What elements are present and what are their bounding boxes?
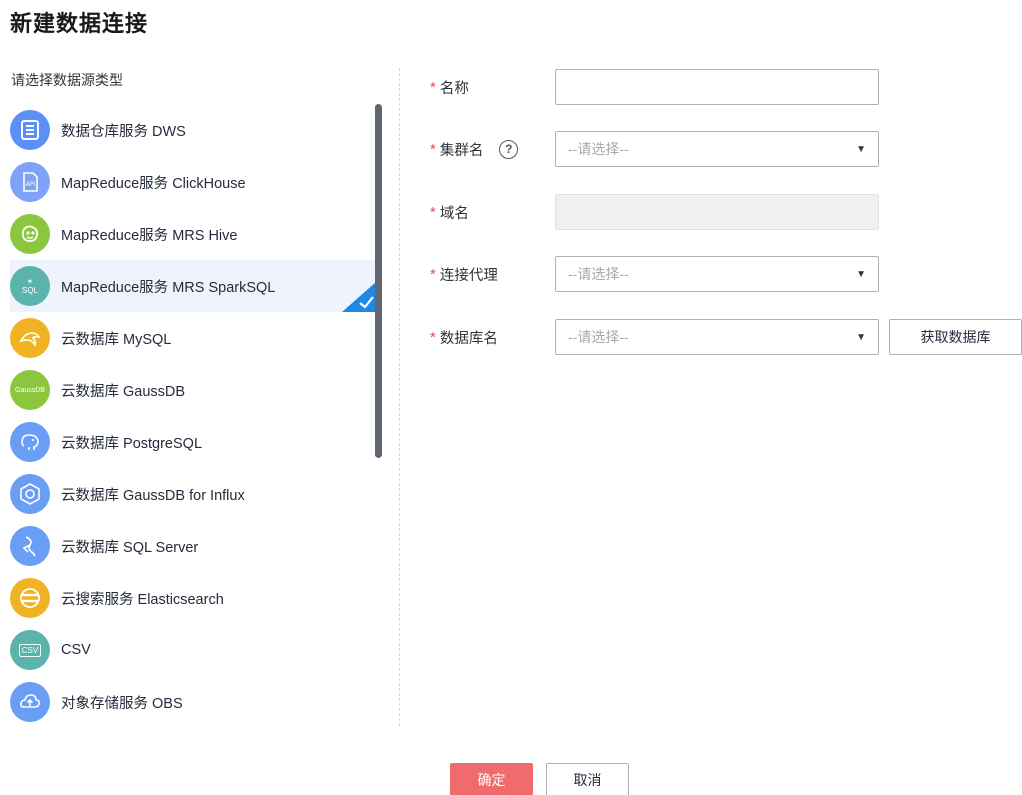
source-item-label: CSV [61, 642, 91, 658]
panel-divider [399, 68, 400, 726]
database-label: * 数据库名 [430, 319, 498, 355]
source-item-dws[interactable]: 数据仓库服务 DWS [10, 104, 376, 156]
source-item-obs[interactable]: 对象存储服务 OBS [10, 676, 376, 726]
confirm-button[interactable]: 确定 [450, 763, 533, 795]
source-item-label: 数据仓库服务 DWS [61, 123, 186, 140]
database-select[interactable]: --请选择-- ▼ [555, 319, 879, 355]
source-item-label: MapReduce服务 MRS SparkSQL [61, 279, 276, 296]
selected-check-icon [342, 282, 376, 312]
source-item-label: 云搜索服务 Elasticsearch [61, 591, 224, 608]
source-item-postgresql[interactable]: 云数据库 PostgreSQL [10, 416, 376, 468]
database-select-placeholder: --请选择-- [568, 329, 629, 345]
domain-label: * 域名 [430, 194, 469, 230]
source-type-label: 请选择数据源类型 [11, 72, 123, 88]
hive-bee-icon [10, 214, 50, 254]
cluster-select[interactable]: --请选择-- ▼ [555, 131, 879, 167]
sql-server-icon [10, 526, 50, 566]
gaussdb-icon: GaussDB [10, 370, 50, 410]
help-icon[interactable]: ? [499, 139, 519, 159]
svg-text:API: API [26, 181, 36, 188]
source-item-label: 云数据库 GaussDB [61, 383, 186, 400]
source-item-label: 云数据库 MySQL [61, 331, 172, 348]
database-label-text: 数据库名 [439, 330, 498, 347]
mysql-dolphin-icon [10, 318, 50, 358]
proxy-label-text: 连接代理 [439, 267, 498, 284]
proxy-label: * 连接代理 [430, 256, 498, 292]
spark-sql-icon-text: SQL [21, 286, 38, 295]
required-mark: * [430, 78, 436, 96]
proxy-select[interactable]: --请选择-- ▼ [555, 256, 879, 292]
elasticsearch-icon [10, 578, 50, 618]
name-label: * 名称 [430, 69, 469, 105]
domain-input [555, 194, 879, 230]
csv-file-icon: CSV [10, 630, 50, 670]
cluster-select-placeholder: --请选择-- [568, 141, 629, 157]
csv-icon-text: CSV [18, 643, 42, 657]
influx-hexagon-icon [10, 474, 50, 514]
caret-down-icon: ▼ [856, 268, 866, 280]
database-warehouse-icon [10, 110, 50, 150]
caret-down-icon: ▼ [856, 143, 866, 155]
required-mark: * [430, 265, 436, 283]
source-item-gaussdb-influx[interactable]: 云数据库 GaussDB for Influx [10, 468, 376, 520]
source-item-elasticsearch[interactable]: 云搜索服务 Elasticsearch [10, 572, 376, 624]
api-document-icon: API [10, 162, 50, 202]
obs-cloud-icon [10, 682, 50, 722]
source-list-scrollbar[interactable] [375, 104, 382, 458]
source-item-sql-server[interactable]: 云数据库 SQL Server [10, 520, 376, 572]
name-input[interactable] [555, 69, 879, 105]
source-item-label: MapReduce服务 MRS Hive [61, 227, 238, 244]
source-item-mrs-sparksql[interactable]: ✶ SQL MapReduce服务 MRS SparkSQL [10, 260, 376, 312]
source-item-gaussdb[interactable]: GaussDB 云数据库 GaussDB [10, 364, 376, 416]
gaussdb-icon-text: GaussDB [15, 386, 45, 394]
source-item-csv[interactable]: CSV CSV [10, 624, 376, 676]
required-mark: * [430, 203, 436, 221]
cluster-label: * 集群名 ? [430, 131, 519, 167]
cancel-button[interactable]: 取消 [546, 763, 629, 795]
fetch-database-button[interactable]: 获取数据库 [889, 319, 1022, 355]
source-item-label: 云数据库 GaussDB for Influx [61, 487, 245, 504]
source-item-label: 云数据库 PostgreSQL [61, 435, 203, 452]
name-label-text: 名称 [439, 80, 469, 97]
required-mark: * [430, 328, 436, 346]
source-item-label: 对象存储服务 OBS [61, 695, 183, 712]
new-data-connection-dialog: 新建数据连接 请选择数据源类型 数据仓库服务 DWS API MapReduce… [0, 0, 1022, 795]
dialog-title: 新建数据连接 [10, 11, 149, 36]
required-mark: * [430, 140, 436, 158]
source-item-label: MapReduce服务 ClickHouse [61, 175, 246, 192]
spark-sql-icon: ✶ SQL [10, 266, 50, 306]
source-item-label: 云数据库 SQL Server [61, 539, 199, 556]
domain-label-text: 域名 [439, 205, 469, 222]
source-item-mrs-hive[interactable]: MapReduce服务 MRS Hive [10, 208, 376, 260]
caret-down-icon: ▼ [856, 331, 866, 343]
cluster-label-text: 集群名 [439, 142, 484, 159]
postgresql-elephant-icon [10, 422, 50, 462]
proxy-select-placeholder: --请选择-- [568, 266, 629, 282]
source-item-clickhouse[interactable]: API MapReduce服务 ClickHouse [10, 156, 376, 208]
source-type-list: 数据仓库服务 DWS API MapReduce服务 ClickHouse Ma… [10, 104, 376, 726]
source-item-mysql[interactable]: 云数据库 MySQL [10, 312, 376, 364]
